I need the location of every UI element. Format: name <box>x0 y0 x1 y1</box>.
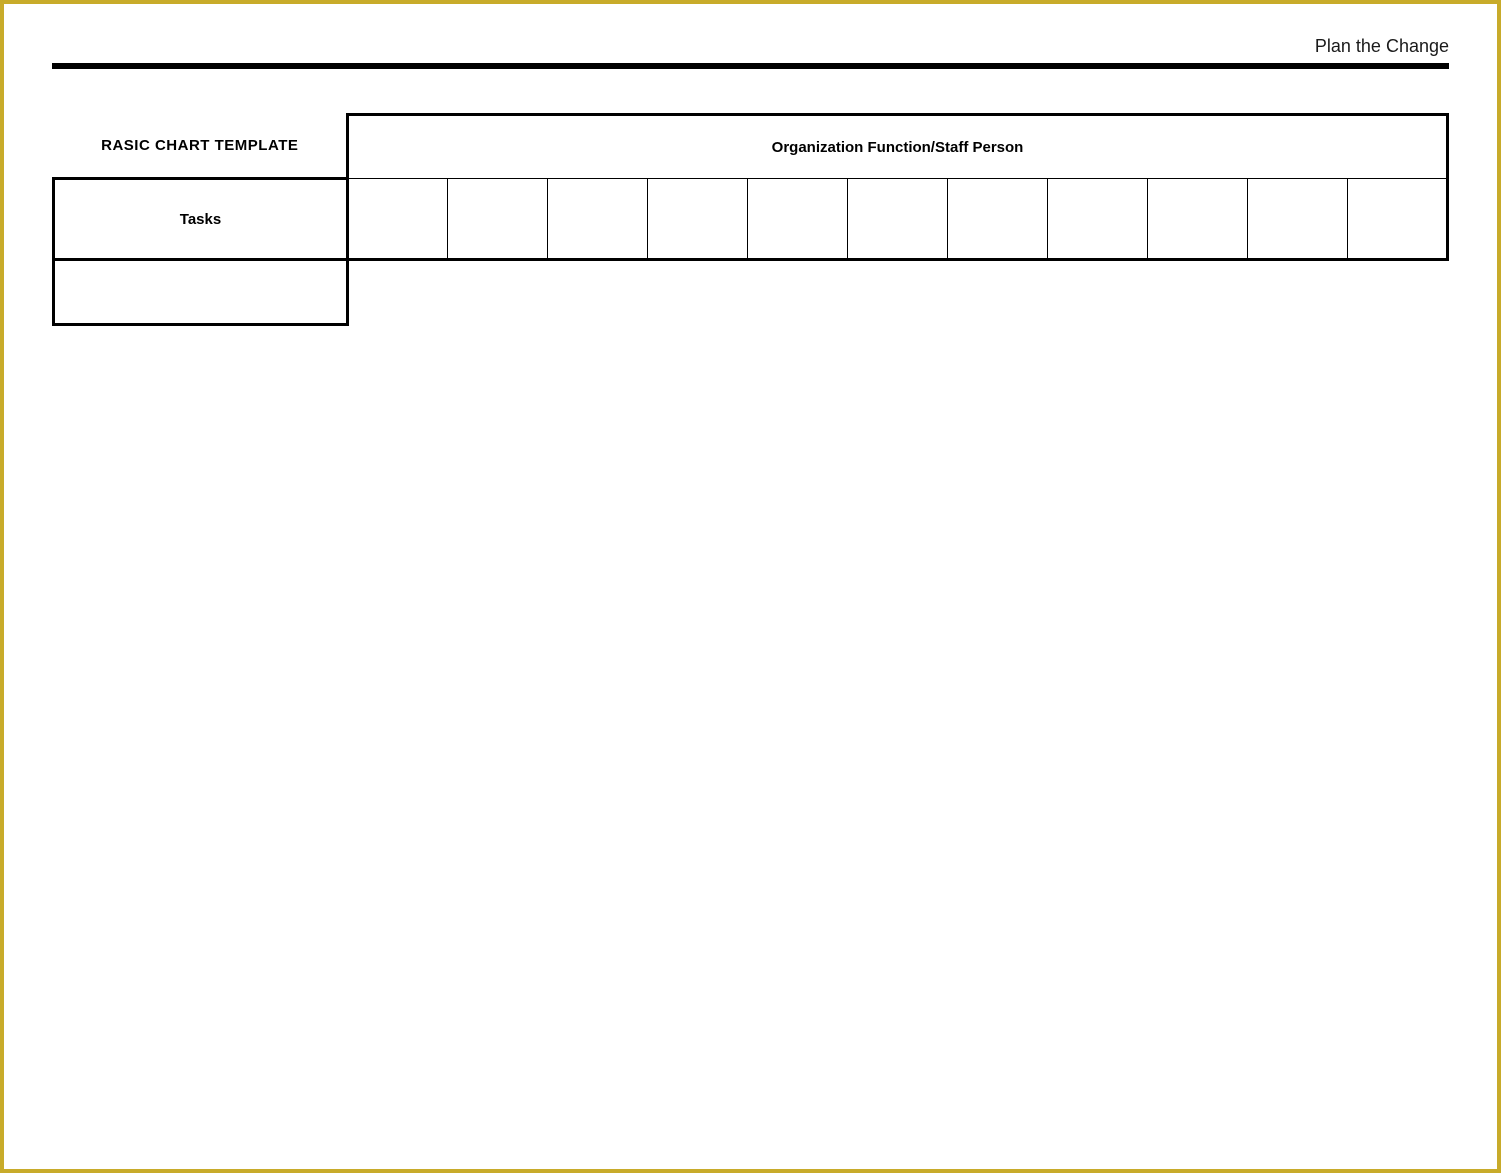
staff-header-cell <box>748 179 848 260</box>
staff-header-cell <box>448 179 548 260</box>
staff-header-cell <box>548 179 648 260</box>
staff-header-cell <box>948 179 1048 260</box>
staff-header-cell <box>1148 179 1248 260</box>
title-row: RASIC CHART TEMPLATE Organization Functi… <box>54 115 1448 179</box>
staff-header-cell <box>1348 179 1448 260</box>
tasks-header-row: Tasks <box>54 179 1448 260</box>
staff-header-cell <box>1248 179 1348 260</box>
legend-cell <box>54 260 348 325</box>
chart-title: RASIC CHART TEMPLATE <box>54 115 348 179</box>
org-function-header: Organization Function/Staff Person <box>348 115 1448 179</box>
staff-header-cell <box>348 179 448 260</box>
document-frame: Plan the Change RASIC CHART TEMPLATE Org… <box>0 0 1501 1173</box>
legend-row <box>54 260 1448 325</box>
staff-header-cell <box>848 179 948 260</box>
tasks-header: Tasks <box>54 179 348 260</box>
header-rule <box>52 63 1449 69</box>
rasic-table: RASIC CHART TEMPLATE Organization Functi… <box>52 113 1449 326</box>
staff-header-cell <box>1048 179 1148 260</box>
header-right-text: Plan the Change <box>52 36 1451 63</box>
page: Plan the Change RASIC CHART TEMPLATE Org… <box>52 36 1449 1129</box>
staff-header-cell <box>648 179 748 260</box>
